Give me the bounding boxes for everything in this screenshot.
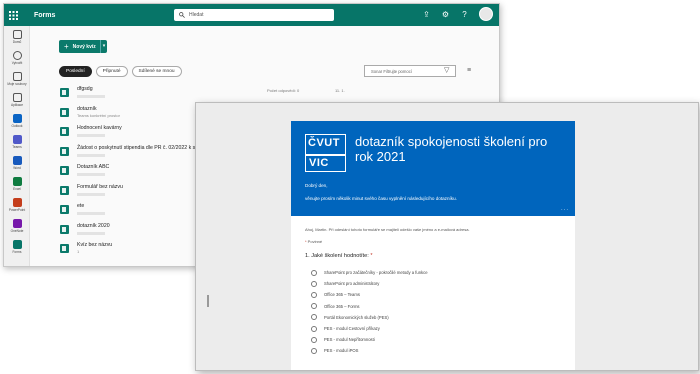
form-file-icon (60, 166, 69, 175)
left-rail: Domů Vytvořit Moje soubory Aplikace Outl… (4, 26, 30, 266)
radio-option[interactable]: SharePoint pro administrátory (311, 278, 428, 289)
radio-button[interactable] (311, 280, 317, 287)
app-topbar: Forms Hledat ⇪ ⚙ ? (4, 4, 499, 26)
rail-item-create[interactable]: Vytvořit (4, 51, 30, 65)
app-launcher-icon[interactable] (4, 4, 22, 26)
filter-icon[interactable]: ▽ (444, 67, 452, 75)
radio-option[interactable]: PES - modul iPOS (311, 345, 428, 356)
identity-notice: Ahoj, Martin. Při odeslání tohoto formul… (305, 227, 470, 232)
forms-icon (12, 240, 22, 249)
outlook-icon (12, 114, 22, 123)
radio-option[interactable]: PES - modul Nepřítomnosti (311, 334, 428, 345)
form-card: ČVUT VIC dotazník spokojenosti školení p… (291, 121, 575, 370)
app-name[interactable]: Forms (34, 12, 55, 19)
rail-item-home[interactable]: Domů (4, 30, 30, 44)
radio-option[interactable]: SharePoint pro začátečníky - pokročilé m… (311, 267, 428, 278)
radio-option[interactable]: Portál Ekonomických služeb (PES) (311, 312, 428, 323)
word-icon (12, 156, 22, 165)
radio-button[interactable] (311, 325, 317, 332)
row-date: 11. 1. (335, 88, 345, 93)
filter-pills: Poslední Připnuté Sdílené se mnou (59, 66, 182, 77)
folder-icon (12, 72, 22, 81)
powerpoint-icon (12, 198, 22, 207)
form-preview-window: ČVUT VIC dotazník spokojenosti školení p… (195, 102, 699, 371)
form-file-icon (60, 224, 69, 234)
avatar[interactable] (479, 7, 493, 21)
form-file-icon (60, 185, 69, 195)
question-options: SharePoint pro začátečníky - pokročilé m… (311, 267, 428, 357)
create-icon (12, 51, 22, 60)
rail-item-powerpoint[interactable]: PowerPoint (4, 198, 30, 212)
help-icon[interactable]: ? (460, 10, 469, 19)
excel-icon (12, 177, 22, 186)
radio-button[interactable] (311, 314, 317, 321)
share-icon[interactable]: ⇪ (422, 10, 431, 19)
search-placeholder: Hledat (189, 12, 204, 18)
screenshot-root: Forms Hledat ⇪ ⚙ ? Domů Vytvořit Moje so… (0, 0, 700, 374)
list-item[interactable]: dfgsdg Počet odpovědí: 0 11. 1. (60, 84, 499, 104)
filter-search-input[interactable]: Son​ar Filtrujte pomocí (364, 65, 456, 77)
rail-item-onenote[interactable]: OneNote (4, 219, 30, 233)
rail-item-word[interactable]: Word (4, 156, 30, 170)
radio-button[interactable] (311, 291, 317, 298)
teams-icon (12, 135, 22, 144)
radio-option[interactable]: PES - modul Cestovní příkazy (311, 323, 428, 334)
question-title: 1. Jaké školení hodnotíte: * (305, 253, 373, 259)
required-note: * Povinné (305, 239, 323, 244)
form-file-icon (60, 146, 69, 156)
search-icon (179, 12, 185, 18)
apps-icon (12, 93, 22, 102)
radio-button[interactable] (311, 269, 317, 276)
home-icon (12, 30, 22, 39)
filter-pinned[interactable]: Připnuté (95, 66, 128, 77)
radio-button[interactable] (311, 336, 317, 343)
form-file-icon (60, 107, 69, 117)
form-greeting: Dobrý den, (305, 183, 328, 188)
form-title: dotazník spokojenosti školení pro rok 20… (355, 134, 548, 164)
radio-button[interactable] (311, 347, 317, 354)
radio-option[interactable]: Office 365 – Forms (311, 301, 428, 312)
rail-item-excel[interactable]: Excel (4, 177, 30, 191)
new-quiz-button[interactable]: + Nový kvíz ▾ (59, 40, 107, 53)
response-count: Počet odpovědí: 0 (267, 88, 300, 93)
form-header: ČVUT VIC dotazník spokojenosti školení p… (291, 121, 575, 216)
rail-item-my-files[interactable]: Moje soubory (4, 72, 30, 86)
filter-shared[interactable]: Sdílené se mnou (131, 66, 182, 77)
form-file-icon (60, 205, 69, 214)
filter-recent[interactable]: Poslední (59, 66, 92, 77)
gear-icon[interactable]: ⚙ (441, 10, 450, 19)
radio-button[interactable] (311, 303, 317, 310)
search-input[interactable]: Hledat (174, 9, 334, 21)
more-options-icon[interactable]: ··· (561, 207, 569, 213)
form-file-icon (60, 88, 69, 97)
form-intro: věnujte prosím několik minut svého času … (305, 196, 457, 201)
rail-item-outlook[interactable]: Outlook (4, 114, 30, 128)
sort-icon[interactable]: ≡ (467, 67, 471, 75)
rail-item-apps[interactable]: Aplikace (4, 93, 30, 107)
form-file-icon (60, 244, 69, 253)
radio-option[interactable]: Office 365 – Teams (311, 289, 428, 300)
rail-item-teams[interactable]: Teams (4, 135, 30, 149)
scroll-handle[interactable] (207, 295, 209, 307)
onenote-icon (12, 219, 22, 228)
form-file-icon (60, 127, 69, 136)
chevron-down-icon[interactable]: ▾ (100, 40, 107, 53)
cvut-vic-logo: ČVUT VIC (305, 134, 346, 172)
plus-icon: + (64, 42, 69, 51)
rail-item-forms[interactable]: Forms (4, 240, 30, 254)
